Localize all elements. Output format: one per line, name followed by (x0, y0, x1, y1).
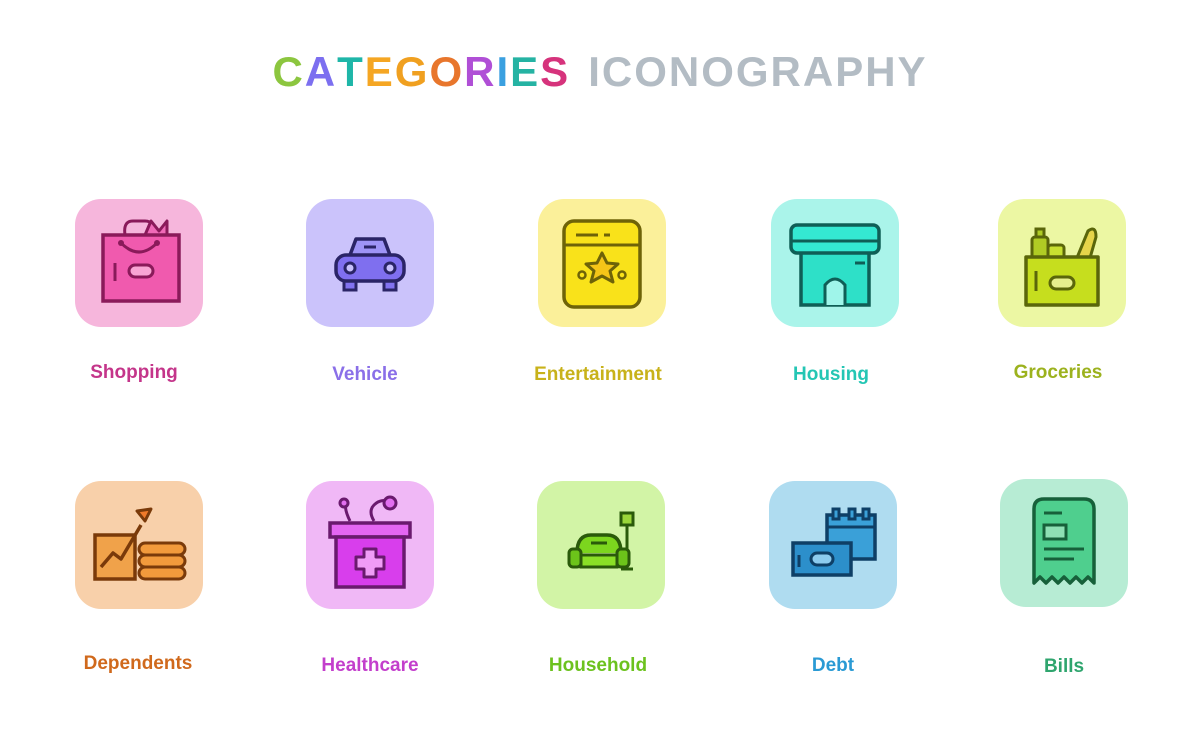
category-label: Groceries (1013, 362, 1103, 383)
title-letter: O (429, 48, 465, 95)
title-letter: R (464, 48, 497, 95)
category-tile-entertainment[interactable] (538, 199, 666, 327)
iconography-sheet: CATEGORIESICONOGRAPHY Shopping Vehicle (0, 0, 1200, 738)
car-icon (334, 237, 406, 292)
sofa-lamp-icon (567, 511, 635, 571)
title-letter: T (337, 48, 365, 95)
title-letter: S (540, 48, 571, 95)
category-tile-vehicle[interactable] (306, 199, 434, 327)
house-icon (789, 223, 881, 307)
category-tile-healthcare[interactable] (306, 481, 434, 609)
title-letter: E (510, 48, 541, 95)
shopping-bag-icon (101, 219, 181, 303)
category-label: Entertainment (534, 364, 662, 385)
category-tile-household[interactable] (537, 481, 665, 609)
medical-kit-icon (328, 495, 412, 589)
page-title: CATEGORIES ICONOGRAPHY (0, 48, 1200, 96)
calendar-money-icon (791, 507, 877, 577)
category-label: Debt (811, 655, 855, 676)
category-label: Vehicle (332, 364, 398, 385)
category-label: Housing (793, 364, 869, 385)
title-letter: E (364, 48, 395, 95)
category-label: Healthcare (321, 655, 419, 676)
category-label: Household (548, 655, 648, 676)
title-word-iconography: ICONOGRAPHY (588, 48, 928, 95)
receipt-icon (1032, 497, 1096, 585)
category-tile-shopping[interactable] (75, 199, 203, 327)
category-tile-debt[interactable] (769, 481, 897, 609)
category-tile-dependents[interactable] (75, 481, 203, 609)
title-word-categories: CATEGORIES (272, 48, 570, 95)
category-tile-bills[interactable] (1000, 479, 1128, 607)
category-label: Bills (1043, 656, 1085, 677)
title-letter: A (304, 48, 338, 95)
growth-coins-icon (93, 507, 187, 581)
title-letter: I (496, 48, 511, 95)
title-letter: C (272, 48, 305, 95)
category-label: Dependents (83, 653, 193, 674)
ticket-star-icon (562, 219, 642, 309)
category-tile-housing[interactable] (771, 199, 899, 327)
category-tile-groceries[interactable] (998, 199, 1126, 327)
title-letter: G (394, 48, 430, 95)
grocery-bag-icon (1024, 227, 1100, 307)
category-label: Shopping (90, 362, 178, 383)
